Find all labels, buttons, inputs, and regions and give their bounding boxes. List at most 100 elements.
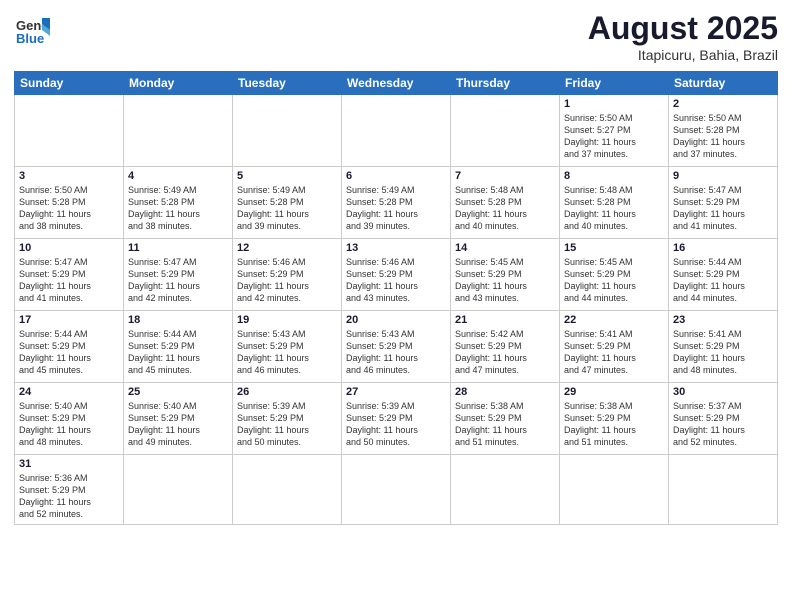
day-number: 25 — [128, 386, 228, 398]
header: General Blue August 2025 Itapicuru, Bahi… — [14, 10, 778, 63]
calendar-cell — [124, 455, 233, 525]
weekday-header: Friday — [560, 72, 669, 95]
day-info: Sunrise: 5:50 AM Sunset: 5:28 PM Dayligh… — [673, 112, 773, 161]
svg-text:Blue: Blue — [16, 31, 44, 46]
day-info: Sunrise: 5:46 AM Sunset: 5:29 PM Dayligh… — [237, 256, 337, 305]
day-number: 5 — [237, 170, 337, 182]
day-number: 11 — [128, 242, 228, 254]
calendar-cell: 25 Sunrise: 5:40 AM Sunset: 5:29 PM Dayli… — [124, 383, 233, 455]
calendar-cell — [342, 95, 451, 167]
calendar-week-row: 24 Sunrise: 5:40 AM Sunset: 5:29 PM Dayli… — [15, 383, 778, 455]
location: Itapicuru, Bahia, Brazil — [588, 47, 778, 63]
calendar-cell: 13 Sunrise: 5:46 AM Sunset: 5:29 PM Dayli… — [342, 239, 451, 311]
calendar-cell — [342, 455, 451, 525]
day-number: 9 — [673, 170, 773, 182]
day-number: 3 — [19, 170, 119, 182]
calendar-cell: 11Sunrise: 5:47 AM Sunset: 5:29 PM Dayli… — [124, 239, 233, 311]
calendar-week-row: 1Sunrise: 5:50 AM Sunset: 5:27 PM Daylig… — [15, 95, 778, 167]
day-number: 10 — [19, 242, 119, 254]
calendar-header-row: SundayMondayTuesdayWednesdayThursdayFrid… — [15, 72, 778, 95]
calendar-cell: 5 Sunrise: 5:49 AM Sunset: 5:28 PM Daylig… — [233, 167, 342, 239]
day-number: 22 — [564, 314, 664, 326]
day-number: 20 — [346, 314, 446, 326]
day-info: Sunrise: 5:36 AM Sunset: 5:29 PM Dayligh… — [19, 472, 119, 521]
day-info: Sunrise: 5:45 AM Sunset: 5:29 PM Dayligh… — [564, 256, 664, 305]
day-info: Sunrise: 5:41 AM Sunset: 5:29 PM Dayligh… — [564, 328, 664, 377]
page: General Blue August 2025 Itapicuru, Bahi… — [0, 0, 792, 612]
day-info: Sunrise: 5:47 AM Sunset: 5:29 PM Dayligh… — [19, 256, 119, 305]
title-block: August 2025 Itapicuru, Bahia, Brazil — [588, 10, 778, 63]
day-info: Sunrise: 5:49 AM Sunset: 5:28 PM Dayligh… — [237, 184, 337, 233]
calendar-cell: 3 Sunrise: 5:50 AM Sunset: 5:28 PM Daylig… — [15, 167, 124, 239]
day-number: 29 — [564, 386, 664, 398]
calendar-cell — [560, 455, 669, 525]
weekday-header: Sunday — [15, 72, 124, 95]
calendar-cell: 7 Sunrise: 5:48 AM Sunset: 5:28 PM Daylig… — [451, 167, 560, 239]
calendar-cell: 24 Sunrise: 5:40 AM Sunset: 5:29 PM Dayli… — [15, 383, 124, 455]
calendar-cell: 22 Sunrise: 5:41 AM Sunset: 5:29 PM Dayli… — [560, 311, 669, 383]
calendar-cell: 15 Sunrise: 5:45 AM Sunset: 5:29 PM Dayli… — [560, 239, 669, 311]
calendar-cell: 17Sunrise: 5:44 AM Sunset: 5:29 PM Dayli… — [15, 311, 124, 383]
calendar-week-row: 17Sunrise: 5:44 AM Sunset: 5:29 PM Dayli… — [15, 311, 778, 383]
day-info: Sunrise: 5:39 AM Sunset: 5:29 PM Dayligh… — [237, 400, 337, 449]
weekday-header: Tuesday — [233, 72, 342, 95]
day-number: 21 — [455, 314, 555, 326]
day-number: 26 — [237, 386, 337, 398]
day-info: Sunrise: 5:40 AM Sunset: 5:29 PM Dayligh… — [19, 400, 119, 449]
day-number: 18 — [128, 314, 228, 326]
day-info: Sunrise: 5:39 AM Sunset: 5:29 PM Dayligh… — [346, 400, 446, 449]
calendar-cell: 8Sunrise: 5:48 AM Sunset: 5:28 PM Daylig… — [560, 167, 669, 239]
calendar-week-row: 3 Sunrise: 5:50 AM Sunset: 5:28 PM Daylig… — [15, 167, 778, 239]
day-number: 8 — [564, 170, 664, 182]
day-info: Sunrise: 5:50 AM Sunset: 5:28 PM Dayligh… — [19, 184, 119, 233]
weekday-header: Saturday — [669, 72, 778, 95]
day-info: Sunrise: 5:47 AM Sunset: 5:29 PM Dayligh… — [673, 184, 773, 233]
day-number: 6 — [346, 170, 446, 182]
day-info: Sunrise: 5:43 AM Sunset: 5:29 PM Dayligh… — [237, 328, 337, 377]
calendar-cell — [233, 95, 342, 167]
calendar-cell: 31 Sunrise: 5:36 AM Sunset: 5:29 PM Dayli… — [15, 455, 124, 525]
day-info: Sunrise: 5:38 AM Sunset: 5:29 PM Dayligh… — [455, 400, 555, 449]
day-info: Sunrise: 5:43 AM Sunset: 5:29 PM Dayligh… — [346, 328, 446, 377]
calendar-cell: 18 Sunrise: 5:44 AM Sunset: 5:29 PM Dayli… — [124, 311, 233, 383]
day-info: Sunrise: 5:40 AM Sunset: 5:29 PM Dayligh… — [128, 400, 228, 449]
day-info: Sunrise: 5:46 AM Sunset: 5:29 PM Dayligh… — [346, 256, 446, 305]
calendar-cell — [669, 455, 778, 525]
day-info: Sunrise: 5:42 AM Sunset: 5:29 PM Dayligh… — [455, 328, 555, 377]
calendar-cell — [451, 455, 560, 525]
day-info: Sunrise: 5:37 AM Sunset: 5:29 PM Dayligh… — [673, 400, 773, 449]
day-number: 13 — [346, 242, 446, 254]
calendar-week-row: 10 Sunrise: 5:47 AM Sunset: 5:29 PM Dayli… — [15, 239, 778, 311]
day-info: Sunrise: 5:41 AM Sunset: 5:29 PM Dayligh… — [673, 328, 773, 377]
day-number: 7 — [455, 170, 555, 182]
day-number: 30 — [673, 386, 773, 398]
weekday-header: Monday — [124, 72, 233, 95]
calendar-cell — [124, 95, 233, 167]
day-number: 16 — [673, 242, 773, 254]
day-number: 31 — [19, 458, 119, 470]
day-info: Sunrise: 5:49 AM Sunset: 5:28 PM Dayligh… — [346, 184, 446, 233]
calendar-cell: 10 Sunrise: 5:47 AM Sunset: 5:29 PM Dayli… — [15, 239, 124, 311]
calendar-cell: 23Sunrise: 5:41 AM Sunset: 5:29 PM Dayli… — [669, 311, 778, 383]
day-number: 28 — [455, 386, 555, 398]
day-info: Sunrise: 5:50 AM Sunset: 5:27 PM Dayligh… — [564, 112, 664, 161]
calendar-cell: 28 Sunrise: 5:38 AM Sunset: 5:29 PM Dayli… — [451, 383, 560, 455]
calendar-cell: 20 Sunrise: 5:43 AM Sunset: 5:29 PM Dayli… — [342, 311, 451, 383]
calendar-cell — [15, 95, 124, 167]
day-number: 2 — [673, 98, 773, 110]
calendar-cell — [451, 95, 560, 167]
day-number: 15 — [564, 242, 664, 254]
day-info: Sunrise: 5:44 AM Sunset: 5:29 PM Dayligh… — [128, 328, 228, 377]
day-info: Sunrise: 5:45 AM Sunset: 5:29 PM Dayligh… — [455, 256, 555, 305]
day-number: 24 — [19, 386, 119, 398]
logo: General Blue — [14, 10, 50, 46]
day-number: 27 — [346, 386, 446, 398]
day-info: Sunrise: 5:48 AM Sunset: 5:28 PM Dayligh… — [455, 184, 555, 233]
calendar-cell: 27 Sunrise: 5:39 AM Sunset: 5:29 PM Dayli… — [342, 383, 451, 455]
day-number: 4 — [128, 170, 228, 182]
calendar-cell: 12Sunrise: 5:46 AM Sunset: 5:29 PM Dayli… — [233, 239, 342, 311]
calendar-cell: 9 Sunrise: 5:47 AM Sunset: 5:29 PM Daylig… — [669, 167, 778, 239]
calendar-table: SundayMondayTuesdayWednesdayThursdayFrid… — [14, 71, 778, 525]
calendar-cell: 30 Sunrise: 5:37 AM Sunset: 5:29 PM Dayli… — [669, 383, 778, 455]
calendar-cell: 2 Sunrise: 5:50 AM Sunset: 5:28 PM Daylig… — [669, 95, 778, 167]
